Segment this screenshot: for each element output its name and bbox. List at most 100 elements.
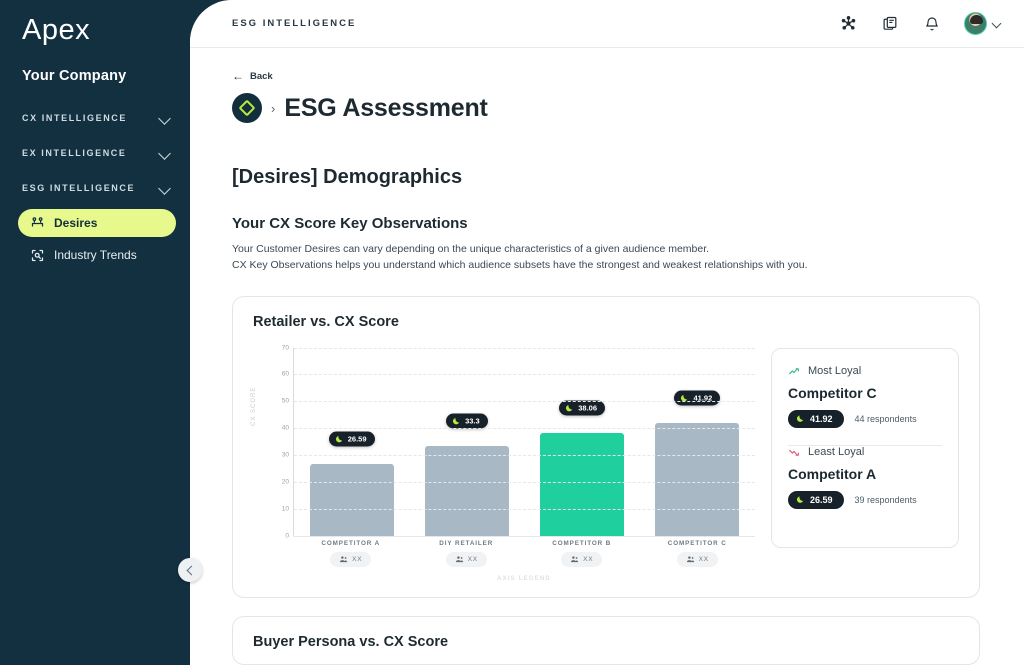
breadcrumb: › ESG Assessment [232, 93, 980, 123]
sidebar-item-industry-trends[interactable]: Industry Trends [18, 241, 176, 269]
moon-icon [796, 415, 804, 422]
chart-row: CX SCORE 0 10 20 30 40 50 60 70 26.59 33.3 38.06 4… [251, 344, 959, 583]
respondent-count: XX [352, 555, 363, 563]
moon-icon [566, 405, 573, 412]
sidebar-item-label: Industry Trends [54, 248, 137, 262]
sidebar-collapse-button[interactable] [178, 558, 202, 582]
sidebar-group-cx-intelligence[interactable]: CX INTELLIGENCE [0, 100, 190, 135]
bar[interactable] [309, 464, 394, 536]
bars-container: 26.59 33.3 38.06 41.92 [294, 348, 755, 536]
people-icon [455, 555, 463, 562]
axis-legend: AXIS LEGEND [497, 575, 551, 582]
bar-slot: 38.06 [525, 348, 640, 536]
people-icon [571, 555, 579, 562]
insight-kicker: Most Loyal [788, 365, 942, 378]
sidebar-item-desires[interactable]: Desires [18, 209, 176, 237]
gridline [294, 374, 755, 376]
bar-chart: CX SCORE 0 10 20 30 40 50 60 70 26.59 33.3 38.06 4… [251, 344, 755, 583]
insight-kicker: Least Loyal [788, 446, 942, 459]
bar-value-badge: 41.92 [674, 390, 721, 406]
sidebar: Apex Your Company CX INTELLIGENCE EX INT… [0, 0, 190, 665]
people-icon [340, 555, 348, 562]
chart-card-retailer: Retailer vs. CX Score CX SCORE 0 10 20 30 40… [232, 295, 980, 598]
insight-row: 41.92 44 respondents [788, 409, 942, 428]
insight-row: 26.59 39 respondents [788, 490, 942, 509]
bar[interactable] [655, 422, 740, 536]
y-tick-label: 20 [281, 478, 289, 486]
bar-value: 38.06 [578, 403, 598, 413]
y-tick-label: 10 [281, 505, 289, 513]
brand: Apex [0, 0, 190, 60]
people-group-icon [30, 216, 45, 231]
insight-value: 41.92 [810, 413, 833, 424]
x-tick-label: COMPETITOR B [552, 539, 612, 547]
insight-kicker-label: Least Loyal [808, 446, 865, 459]
sidebar-group-ex-intelligence[interactable]: EX INTELLIGENCE [0, 135, 190, 170]
breadcrumb-separator: › [271, 100, 276, 116]
documents-copy-icon[interactable] [880, 14, 900, 34]
people-icon [686, 555, 694, 562]
x-axis-cell: COMPETITOR B XX [524, 540, 640, 567]
y-axis-ticks: 0 10 20 30 40 50 60 70 [265, 344, 289, 539]
sidebar-group-label: CX INTELLIGENCE [22, 112, 128, 123]
insight-value: 26.59 [810, 494, 833, 505]
gridline [294, 508, 755, 510]
chevron-down-icon [158, 146, 172, 160]
insight-value-badge: 26.59 [788, 490, 844, 509]
bar-slot: 26.59 [294, 348, 409, 536]
moon-icon [796, 496, 804, 503]
body-line-2: CX Key Observations helps you understand… [232, 259, 808, 272]
respondent-chip: XX [445, 551, 487, 567]
plot-area: 26.59 33.3 38.06 41.92 [293, 347, 755, 537]
x-tick-label: COMPETITOR A [321, 539, 381, 547]
gridline [294, 454, 755, 456]
bar-value: 26.59 [347, 434, 367, 444]
y-tick-label: 30 [281, 451, 289, 459]
x-axis-cell: COMPETITOR A XX [293, 540, 409, 567]
chevron-down-icon [158, 111, 172, 125]
respondent-count: XX [698, 555, 709, 563]
network-nodes-icon[interactable] [838, 14, 858, 34]
gridline [294, 481, 755, 483]
insight-kicker-label: Most Loyal [808, 365, 862, 378]
topbar: ESG INTELLIGENCE [190, 0, 1024, 48]
bar[interactable] [540, 433, 625, 536]
x-axis-cell: DIY RETAILER XX [409, 540, 525, 567]
main-content: ESG INTELLIGENCE ← Back › ESG Assessment… [190, 0, 1024, 665]
y-tick-label: 60 [281, 370, 289, 378]
sidebar-group-label: ESG INTELLIGENCE [22, 182, 136, 193]
x-axis-labels: COMPETITOR A XX DIY RETAILER XX COMPETITOR B… [293, 540, 755, 567]
topbar-title: ESG INTELLIGENCE [232, 18, 357, 29]
avatar-menu[interactable] [964, 12, 1002, 35]
page-title: ESG Assessment [284, 93, 488, 122]
body-line-1: Your Customer Desires can vary depending… [232, 243, 710, 255]
insight-respondents: 44 respondents [854, 413, 917, 424]
scan-search-icon [30, 248, 45, 263]
avatar [964, 12, 987, 35]
insight-name: Competitor C [788, 384, 877, 401]
moon-icon [335, 436, 342, 443]
topbar-actions [838, 12, 1002, 35]
bar-slot: 33.3 [409, 348, 524, 536]
card-title: Buyer Persona vs. CX Score [253, 633, 449, 650]
respondent-chip: XX [676, 551, 718, 567]
bell-icon[interactable] [922, 14, 942, 34]
page-content: ← Back › ESG Assessment [Desires] Demogr… [190, 48, 1024, 665]
gridline [294, 401, 755, 403]
back-button[interactable]: ← Back [232, 70, 980, 82]
y-tick-label: 50 [281, 397, 289, 405]
diamond-logo-icon[interactable] [232, 93, 262, 123]
diamond-shape [238, 99, 256, 117]
bar-value-badge: 38.06 [559, 400, 606, 416]
bar-value-badge: 26.59 [328, 431, 375, 447]
bar[interactable] [424, 446, 509, 536]
trend-down-icon [789, 449, 799, 456]
app-root: Apex Your Company CX INTELLIGENCE EX INT… [0, 0, 1024, 665]
sidebar-group-esg-intelligence[interactable]: ESG INTELLIGENCE [0, 170, 190, 205]
insight-name: Competitor A [788, 465, 877, 482]
sidebar-item-label: Desires [54, 216, 98, 230]
x-axis-cell: COMPETITOR C XX [640, 540, 756, 567]
respondent-count: XX [583, 555, 594, 563]
chart-card-buyer-persona: Buyer Persona vs. CX Score [232, 615, 980, 665]
insights-panel: Most Loyal Competitor C 41.92 44 respond… [771, 347, 959, 548]
